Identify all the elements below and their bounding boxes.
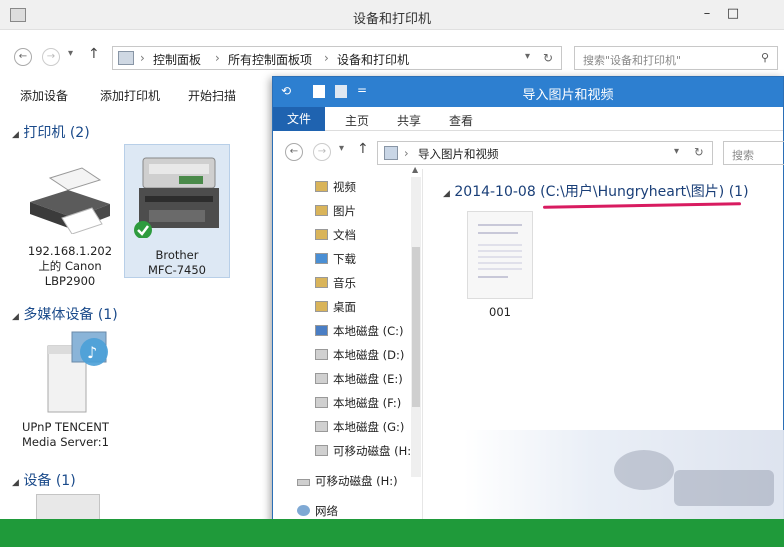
nav-item[interactable]: 音乐 (315, 275, 356, 291)
up-arrow-icon[interactable]: ↑ (357, 141, 369, 157)
breadcrumb-all-items[interactable]: 所有控制面板项 (228, 51, 312, 68)
file-name: 001 (489, 305, 511, 319)
scroll-up-icon[interactable]: ▲ (412, 165, 418, 174)
system-drive-icon (315, 325, 328, 336)
drive-icon (315, 421, 328, 432)
address-dropdown-icon[interactable]: ▾ (674, 146, 679, 157)
tab-file[interactable]: 文件 (273, 107, 325, 131)
documents-folder-icon (315, 229, 328, 240)
canon-printer[interactable]: 192.168.1.202 上的 Canon LBP2900 (20, 164, 120, 289)
folder-icon (384, 146, 398, 160)
search-icon: ⚲ (760, 51, 769, 64)
address-row: ← → ▾ ↑ › 控制面板 › 所有控制面板项 › 设备和打印机 ▾ ↻ 搜索… (0, 44, 784, 76)
videos-folder-icon (315, 181, 328, 192)
address-dropdown-icon[interactable]: ▾ (525, 51, 530, 62)
nav-item[interactable]: 文档 (315, 227, 356, 243)
navigation-pane: 视频图片文档下载音乐桌面本地磁盘 (C:) 本地磁盘 (D:) 本地磁盘 (E:) 本… (273, 169, 423, 525)
file-item[interactable]: 001 (457, 211, 543, 319)
window-title: 设备和打印机 (352, 12, 431, 27)
nav-item[interactable]: 桌面 (315, 299, 356, 315)
import-window-title: 导入图片和视频 (522, 88, 614, 103)
search-input[interactable]: 搜索"设备和打印机" ⚲ (574, 46, 778, 70)
printer-icon (30, 167, 110, 235)
forward-icon[interactable]: → (313, 143, 331, 161)
network-icon (297, 505, 310, 516)
desktop-folder-icon (315, 301, 328, 312)
ribbon-tabs: 文件 主页 共享 查看 (273, 107, 783, 131)
title-bar: 设备和打印机 – □ (0, 0, 784, 30)
annotation-underline (542, 202, 742, 209)
nav-item[interactable]: 本地磁盘 (C:) (315, 323, 404, 339)
nav-scrollbar[interactable]: ▲ (411, 165, 421, 477)
removable-drive-icon (297, 479, 310, 486)
import-search-input[interactable]: 搜索 (723, 141, 784, 165)
refresh-icon[interactable]: ↻ (694, 145, 704, 159)
removable-drive-icon (315, 445, 328, 456)
nav-removable-drive[interactable]: 可移动磁盘 (H:) (297, 473, 398, 489)
pictures-folder-icon (315, 205, 328, 216)
devices-group-header[interactable]: ◢ 设备 (1) (12, 470, 76, 490)
drive-icon (315, 397, 328, 408)
breadcrumb-control-panel[interactable]: 控制面板 (153, 51, 201, 68)
nav-item[interactable]: 本地磁盘 (F:) (315, 395, 401, 411)
import-title-bar: ⟲ = 导入图片和视频 (273, 77, 783, 107)
music-folder-icon (315, 277, 328, 288)
nav-item[interactable]: 本地磁盘 (D:) (315, 347, 404, 363)
media-group-header[interactable]: ◢ 多媒体设备 (1) (12, 304, 118, 324)
date-group-header[interactable]: ◢ 2014-10-08 (C:\用户\Hungryheart\图片) (1) (443, 181, 749, 201)
import-address-bar[interactable]: › 导入图片和视频 ▾ ↻ (377, 141, 713, 165)
tab-home[interactable]: 主页 (345, 112, 369, 129)
drive-icon (315, 349, 328, 360)
upnp-media-server-label: UPnP TENCENT Media Server:1 (22, 420, 109, 449)
breadcrumb-devices-printers[interactable]: 设备和打印机 (337, 51, 409, 68)
import-address-row: ← → ▾ ↑ › 导入图片和视频 ▾ ↻ 搜索 (273, 139, 784, 169)
watermark (464, 430, 784, 519)
back-icon[interactable]: ← (14, 48, 32, 66)
tab-share[interactable]: 共享 (397, 112, 421, 129)
media-server-icon: ♪ (47, 331, 108, 413)
back-icon[interactable]: ← (285, 143, 303, 161)
folder-icon (118, 51, 134, 65)
minimize-button[interactable]: – (696, 6, 718, 22)
recent-dropdown-icon[interactable]: ▾ (68, 48, 73, 59)
printers-group-header[interactable]: ◢ 打印机 (2) (12, 122, 90, 142)
nav-item[interactable]: 可移动磁盘 (H: (315, 443, 411, 459)
up-arrow-icon[interactable]: ↑ (88, 46, 100, 62)
tab-view[interactable]: 查看 (449, 112, 473, 129)
start-scan-button[interactable]: 开始扫描 (188, 87, 236, 104)
brother-printer-label: Brother MFC-7450 (148, 248, 206, 277)
nav-item[interactable]: 图片 (315, 203, 356, 219)
multifunction-printer-icon (134, 157, 219, 239)
downloads-folder-icon (315, 253, 328, 264)
bottom-bar (0, 519, 784, 547)
scrollbar-thumb[interactable] (412, 247, 420, 407)
nav-network[interactable]: 网络 (297, 503, 338, 519)
maximize-button[interactable]: □ (722, 6, 744, 22)
nav-item[interactable]: 本地磁盘 (G:) (315, 419, 404, 435)
upnp-media-server[interactable]: ♪ UPnP TENCENT Media Server:1 (14, 330, 124, 450)
address-bar[interactable]: › 控制面板 › 所有控制面板项 › 设备和打印机 ▾ ↻ (112, 46, 562, 70)
nav-item[interactable]: 本地磁盘 (E:) (315, 371, 403, 387)
canon-printer-label: 192.168.1.202 上的 Canon LBP2900 (27, 244, 113, 288)
nav-item[interactable]: 视频 (315, 179, 356, 195)
image-thumbnail (467, 211, 533, 299)
refresh-icon[interactable]: ↻ (543, 51, 553, 65)
nav-item[interactable]: 下载 (315, 251, 356, 267)
recent-dropdown-icon[interactable]: ▾ (339, 143, 344, 154)
add-device-button[interactable]: 添加设备 (20, 87, 68, 104)
drive-icon (315, 373, 328, 384)
breadcrumb-import[interactable]: 导入图片和视频 (418, 146, 499, 162)
forward-icon[interactable]: → (42, 48, 60, 66)
device-icon (36, 494, 100, 520)
brother-printer[interactable]: Brother MFC-7450 (126, 150, 228, 278)
svg-text:♪: ♪ (87, 343, 97, 362)
add-printer-button[interactable]: 添加打印机 (100, 87, 160, 104)
